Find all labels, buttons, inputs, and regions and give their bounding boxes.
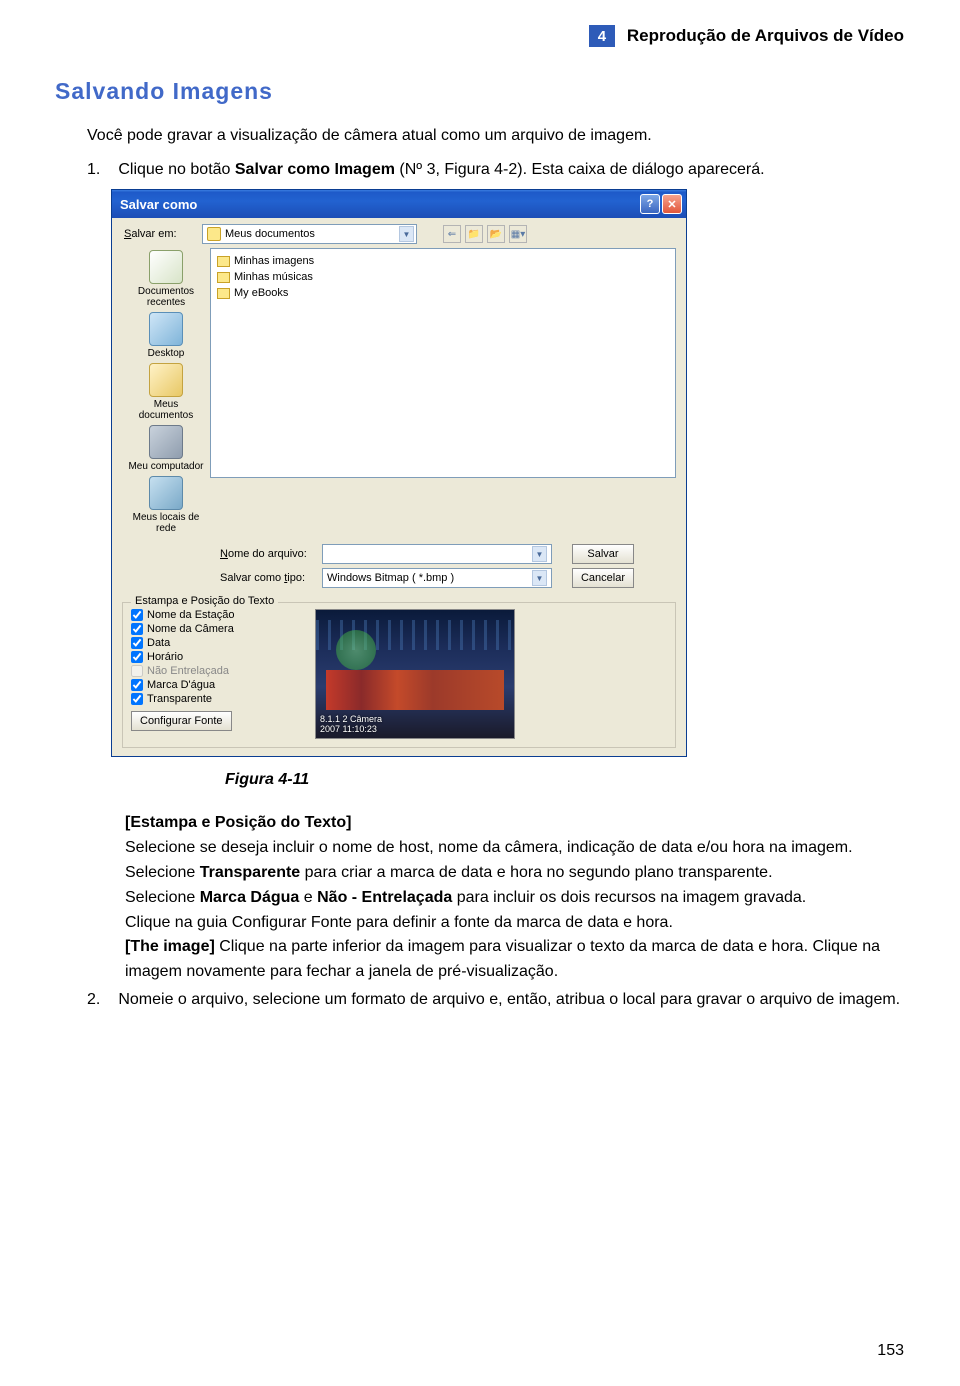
cancel-button[interactable]: Cancelar [572,568,634,588]
save-as-dialog: Salvar como ? ✕ Salvar em: Meus document… [111,189,687,757]
dialog-title: Salvar como [120,197,638,212]
body-heading: [Estampa e Posição do Texto] [125,814,351,831]
body-p2: Selecione Transparente para criar a marc… [125,861,905,886]
checkbox-transparent[interactable]: Transparente [131,693,301,705]
filetype-label: Salvar como tipo: [220,572,316,584]
checkbox-camera-name[interactable]: Nome da Câmera [131,623,301,635]
preview-thumbnail[interactable]: 8.1.1 2 Câmera 2007 11:10:23 [315,609,515,739]
filename-input[interactable]: ▼ [322,544,552,564]
intro-text: Você pode gravar a visualização de câmer… [87,127,905,145]
filetype-dropdown[interactable]: Windows Bitmap ( *.bmp )▼ [322,568,552,588]
back-icon[interactable]: ⇐ [443,225,461,243]
body-p3: Selecione Marca Dágua e Não - Entrelaçad… [125,886,905,911]
recent-docs-icon [149,250,183,284]
page-number: 153 [877,1342,904,1360]
list-item[interactable]: My eBooks [217,285,669,301]
view-menu-icon[interactable]: ▦▾ [509,225,527,243]
new-folder-icon[interactable]: 📂 [487,225,505,243]
step-2: 2. Nomeie o arquivo, selecione um format… [87,989,905,1011]
body-p1: Selecione se deseja incluir o nome de ho… [125,836,905,861]
list-item[interactable]: Minhas músicas [217,269,669,285]
save-in-dropdown[interactable]: Meus documentos ▼ [202,224,417,244]
bottom-fields: Nome do arquivo: ▼ Salvar Salvar como ti… [112,542,686,598]
checkbox-column: Nome da Estação Nome da Câmera Data Horá… [131,609,301,739]
save-in-label: Salvar em: [124,228,194,240]
titlebar: Salvar como ? ✕ [112,190,686,218]
thumbnail-timestamp: 8.1.1 2 Câmera 2007 11:10:23 [320,714,382,735]
chevron-down-icon: ▼ [532,546,547,562]
desktop-icon [149,312,183,346]
body-block: [Estampa e Posição do Texto] Selecione s… [125,811,905,985]
chapter-title: Reprodução de Arquivos de Vídeo [627,26,904,46]
section-title: Salvando Imagens [55,78,905,105]
filename-label: Nome do arquivo: [220,548,316,560]
stamp-groupbox: Estampa e Posição do Texto Nome da Estaç… [122,602,676,748]
chapter-badge: 4 [589,25,615,47]
checkbox-station-name[interactable]: Nome da Estação [131,609,301,621]
folder-icon [217,256,230,267]
place-network[interactable]: Meus locais de rede [126,476,206,534]
chevron-down-icon: ▼ [399,226,414,242]
place-mydocs[interactable]: Meus documentos [126,363,206,421]
checkbox-date[interactable]: Data [131,637,301,649]
mypc-icon [149,425,183,459]
filetype-row: Salvar como tipo: Windows Bitmap ( *.bmp… [220,568,676,588]
close-button[interactable]: ✕ [662,194,682,214]
toolbar-icons: ⇐ 📁 📂 ▦▾ [443,225,527,243]
checkbox-time[interactable]: Horário [131,651,301,663]
body-p5: [The image] Clique na parte inferior da … [125,935,905,985]
chevron-down-icon: ▼ [532,570,547,586]
step-1-number: 1. [87,159,100,181]
network-icon [149,476,183,510]
list-item[interactable]: Minhas imagens [217,253,669,269]
place-recent[interactable]: Documentos recentes [126,250,206,308]
groupbox-legend: Estampa e Posição do Texto [131,595,278,607]
chapter-header: 4 Reprodução de Arquivos de Vídeo [589,25,904,47]
folder-icon [217,272,230,283]
figure-caption: Figura 4-11 [225,771,905,789]
save-in-value: Meus documentos [225,228,395,240]
step-2-text: Nomeie o arquivo, selecione um formato d… [118,989,905,1011]
step-2-number: 2. [87,989,100,1011]
folder-icon [207,227,221,241]
step-1: 1. Clique no botão Salvar como Imagem (N… [87,159,905,181]
place-desktop[interactable]: Desktop [126,312,206,359]
filename-row: Nome do arquivo: ▼ Salvar [220,544,676,564]
help-button[interactable]: ? [640,194,660,214]
save-dialog-screenshot: Salvar como ? ✕ Salvar em: Meus document… [111,189,905,757]
place-mypc[interactable]: Meu computador [126,425,206,472]
up-folder-icon[interactable]: 📁 [465,225,483,243]
checkbox-deinterlace: Não Entrelaçada [131,665,301,677]
step-1-text: Clique no botão Salvar como Imagem (Nº 3… [118,159,905,181]
mydocs-icon [149,363,183,397]
checkbox-watermark[interactable]: Marca D'água [131,679,301,691]
save-button[interactable]: Salvar [572,544,634,564]
file-list[interactable]: Minhas imagens Minhas músicas My eBooks [210,248,676,478]
folder-icon [217,288,230,299]
configure-font-button[interactable]: Configurar Fonte [131,711,232,731]
save-in-row: Salvar em: Meus documentos ▼ ⇐ 📁 📂 ▦▾ [112,218,686,248]
dialog-main-area: Documentos recentes Desktop Meus documen… [112,248,686,542]
body-p4: Clique na guia Configurar Fonte para def… [125,911,905,936]
thumbnail-decor [316,620,514,650]
places-bar: Documentos recentes Desktop Meus documen… [122,248,210,536]
